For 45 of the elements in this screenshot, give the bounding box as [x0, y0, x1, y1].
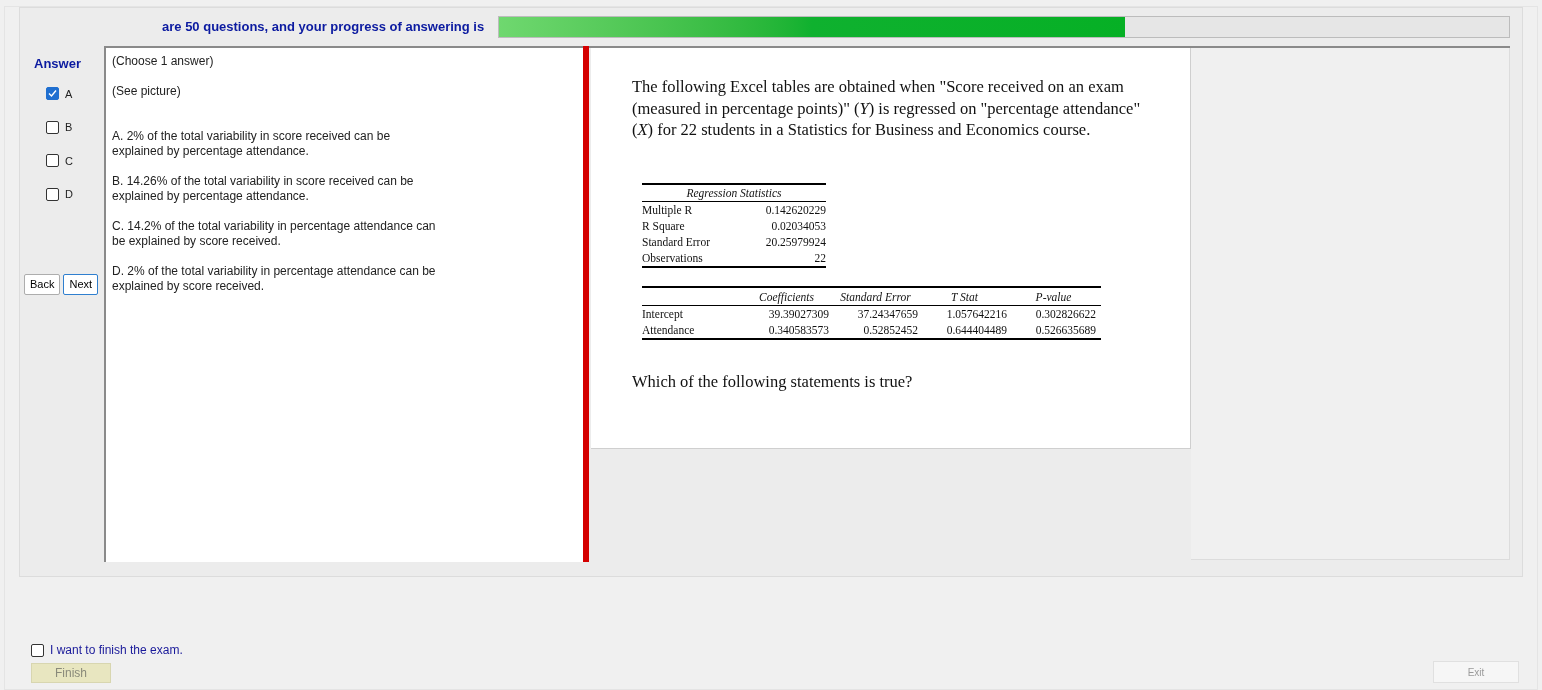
- question-line: C. 14.2% of the total variability in percentage attendance can be explained by score received.: [112, 219, 437, 249]
- table-cell-text: 0.340583573: [767, 322, 830, 338]
- question-intro: The following Excel tables are obtained when "Score received on an exam (measured in percentage points)" (Y) is regressed on "percentage attendance" (X) for 22 students in a Statistics for Business and Economics course.: [632, 76, 1142, 141]
- table-cell-text: 0.526635689: [1034, 322, 1097, 338]
- option-label: D: [65, 187, 73, 202]
- finish-check-label: I want to finish the exam.: [50, 642, 183, 659]
- progress-label: are 50 questions, and your progress of answering is: [162, 18, 485, 37]
- table-cell-text: 0.02034053: [771, 218, 826, 234]
- table-cell-text: 22: [814, 250, 826, 266]
- checkbox[interactable]: [46, 154, 59, 168]
- table-cell-text: 0.644404489: [945, 322, 1008, 338]
- table-cell-text: Intercept: [642, 306, 684, 322]
- column-header: T Stat: [950, 289, 979, 305]
- option-label: C: [65, 153, 73, 169]
- nav-button[interactable]: Back: [24, 273, 61, 295]
- table-cell-text: 39.39027309: [767, 306, 830, 322]
- question-line: (See picture): [112, 84, 182, 99]
- option-label: A: [65, 86, 73, 102]
- answer-heading: Answer: [34, 55, 82, 73]
- checkbox[interactable]: [31, 643, 44, 657]
- checkbox[interactable]: [46, 187, 59, 201]
- column-header: Standard Error: [839, 289, 912, 305]
- table-cell-text: 0.302826622: [1034, 306, 1097, 322]
- table-cell-text: R Square: [642, 218, 685, 234]
- table-cell-text: Multiple R: [642, 202, 693, 218]
- table-cell-text: 1.057642216: [945, 306, 1008, 322]
- table-cell-text: 0.142620229: [765, 202, 826, 218]
- column-header: Coefficients: [758, 289, 815, 305]
- table-cell-text: Observations: [642, 250, 703, 266]
- question-line: A. 2% of the total variability in score received can be explained by percentage attendance.: [112, 129, 392, 159]
- question-line: B. 14.26% of the total variability in score received can be explained by percentage attendance.: [112, 174, 415, 204]
- column-header: P-value: [1034, 289, 1073, 305]
- checkbox[interactable]: [46, 87, 59, 101]
- question-line: D. 2% of the total variability in percentage attendance can be explained by score received.: [112, 264, 437, 294]
- table-cell-text: 37.24347659: [856, 306, 919, 322]
- table-cell-text: 0.52852452: [862, 322, 919, 338]
- nav-button[interactable]: Next: [63, 273, 99, 295]
- question-line: (Choose 1 answer): [112, 54, 215, 69]
- option-label: B: [65, 120, 73, 135]
- table-cell-text: Standard Error: [642, 234, 711, 250]
- table-heading: Regression Statistics: [642, 184, 826, 202]
- table-cell-text: Attendance: [642, 322, 696, 338]
- table-cell-text: 20.25979924: [765, 234, 826, 250]
- question-prompt: Which of the following statements is true?: [632, 370, 914, 393]
- checkbox[interactable]: [46, 120, 59, 134]
